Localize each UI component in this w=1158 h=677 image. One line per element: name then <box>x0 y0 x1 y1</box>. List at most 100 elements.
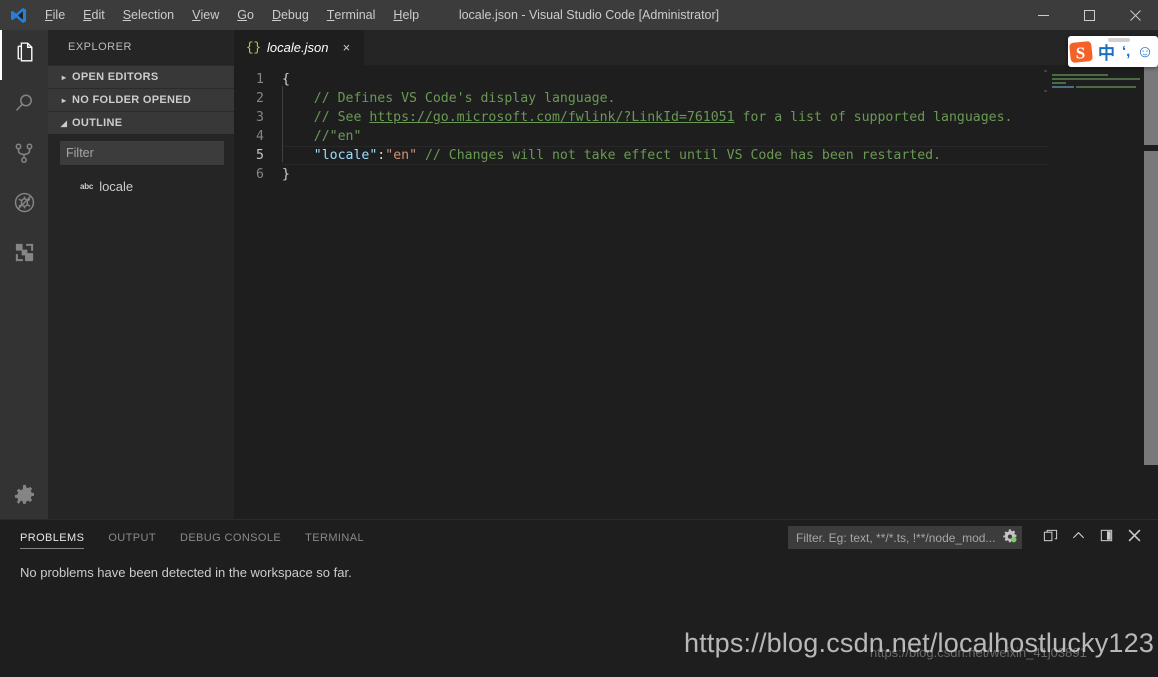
split-editor-icon <box>1043 528 1058 548</box>
debug-no-icon <box>12 190 37 220</box>
indent-guide <box>282 143 314 165</box>
line-number: 2 <box>256 91 264 106</box>
menu-selection[interactable]: Selection <box>114 0 183 30</box>
outline-body: Filter abc locale <box>48 134 234 197</box>
panel-tab-debug-console-label: DEBUG CONSOLE <box>179 531 282 544</box>
ime-emoji-button[interactable]: ☺ <box>1136 42 1153 62</box>
line-number: 6 <box>256 167 264 182</box>
sidebar-title: EXPLORER <box>68 41 132 53</box>
svg-text:S: S <box>1076 43 1085 62</box>
indent-guide <box>282 105 314 127</box>
workbench: EXPLORER ▸ OPEN EDITORS ▸ NO FOLDER OPEN… <box>0 30 1158 519</box>
filter-settings-gear-icon[interactable] <box>1002 528 1018 547</box>
chevron-up-icon <box>1071 528 1086 548</box>
bottom-panel: PROBLEMS OUTPUT DEBUG CONSOLE TERMINAL F… <box>0 519 1158 677</box>
menu-help[interactable]: Help <box>384 0 428 30</box>
outline-item-label: locale <box>99 178 134 194</box>
code-line: 6 } <box>234 165 1158 184</box>
minimize-button[interactable] <box>1020 0 1066 30</box>
panel-tab-problems[interactable]: PROBLEMS <box>20 520 85 555</box>
code-line-2-text: // Defines VS Code's display language. <box>313 91 616 106</box>
problems-filter-input[interactable]: Filter. Eg: text, **/*.ts, !**/node_mod.… <box>788 526 1022 549</box>
activity-item-search[interactable] <box>0 80 48 130</box>
editor-text-area[interactable]: 1 { 2 // Defines VS Code's display langu… <box>234 65 1158 519</box>
code-line-current: 5 "locale": "en" // Changes will not take… <box>234 143 1158 165</box>
menu-terminal[interactable]: Terminal <box>318 0 385 30</box>
code-line-5-colon: : <box>377 148 386 163</box>
menu-edit[interactable]: Edit <box>74 0 114 30</box>
menu-debug-mnemonic: D <box>271 8 281 22</box>
menu-go-mnemonic: G <box>237 8 247 22</box>
maximize-button[interactable] <box>1066 0 1112 30</box>
tab-label: locale.json <box>267 40 329 55</box>
title-bar: File Edit Selection View Go Debug Termin… <box>0 0 1158 30</box>
extensions-icon <box>13 241 36 269</box>
vscode-window: File Edit Selection View Go Debug Termin… <box>0 0 1158 677</box>
panel-tab-debug-console[interactable]: DEBUG CONSOLE <box>180 520 281 555</box>
menu-terminal-rest: erminal <box>334 8 376 22</box>
panel-tab-terminal[interactable]: TERMINAL <box>305 520 364 555</box>
panel-tab-output[interactable]: OUTPUT <box>108 520 156 555</box>
abc-icon: abc <box>80 181 94 191</box>
section-outline[interactable]: ◢ OUTLINE <box>48 111 234 134</box>
code-line: 1 { <box>234 70 1158 89</box>
gear-icon <box>13 483 36 511</box>
sidebar-explorer: EXPLORER ▸ OPEN EDITORS ▸ NO FOLDER OPEN… <box>48 30 234 519</box>
sogou-ime-toolbar[interactable]: S 中 ‘, ☺ <box>1068 36 1158 67</box>
close-panel-button[interactable] <box>1120 524 1148 552</box>
activity-item-explorer[interactable] <box>0 30 48 80</box>
code-line-3-link[interactable]: https://go.microsoft.com/fwlink/?LinkId=… <box>369 108 734 127</box>
menu-edit-rest: dit <box>91 8 105 22</box>
menu-view[interactable]: View <box>183 0 228 30</box>
toggle-panel-position-button[interactable] <box>1092 524 1120 552</box>
activity-item-source-control[interactable] <box>0 130 48 180</box>
menu-file-rest: ile <box>52 8 66 22</box>
outline-item-locale[interactable]: abc locale <box>48 175 234 197</box>
manage-settings-button[interactable] <box>0 483 48 519</box>
menu-file[interactable]: File <box>36 0 74 30</box>
source-control-icon <box>12 141 36 170</box>
close-button[interactable] <box>1112 0 1158 30</box>
section-no-folder-opened-label: NO FOLDER OPENED <box>72 94 192 106</box>
ime-drag-handle[interactable] <box>1108 38 1130 42</box>
layout-panel-icon <box>1099 528 1114 548</box>
activity-item-debug[interactable] <box>0 180 48 230</box>
json-braces-icon: {} <box>246 40 262 55</box>
menu-help-mnemonic: H <box>393 8 403 22</box>
tab-close-icon[interactable]: × <box>338 40 354 56</box>
line-number: 3 <box>256 110 264 125</box>
menu-bar: File Edit Selection View Go Debug Termin… <box>36 0 428 30</box>
editor-scrollbar[interactable] <box>1144 65 1158 519</box>
code-line-4-text: //"en" <box>313 129 362 144</box>
panel-header: PROBLEMS OUTPUT DEBUG CONSOLE TERMINAL F… <box>0 520 1158 555</box>
code-line: 3 // See https://go.microsoft.com/fwlink… <box>234 105 1158 127</box>
code-content: 1 { 2 // Defines VS Code's display langu… <box>234 65 1158 519</box>
code-line: 2 // Defines VS Code's display language. <box>234 86 1158 108</box>
section-open-editors[interactable]: ▸ OPEN EDITORS <box>48 65 234 88</box>
menu-view-rest: iew <box>200 8 220 22</box>
tab-locale-json[interactable]: {} locale.json × <box>234 30 366 65</box>
menu-go-rest: o <box>246 8 254 22</box>
menu-debug-rest: ebug <box>280 8 309 22</box>
code-line-6-text: } <box>282 167 290 182</box>
maximize-panel-button[interactable] <box>1064 524 1092 552</box>
menu-help-rest: elp <box>402 8 420 22</box>
section-no-folder-opened[interactable]: ▸ NO FOLDER OPENED <box>48 88 234 111</box>
menu-go[interactable]: Go <box>228 0 263 30</box>
menu-debug[interactable]: Debug <box>263 0 318 30</box>
section-open-editors-label: OPEN EDITORS <box>72 71 159 83</box>
chevron-down-icon: ◢ <box>60 118 68 128</box>
menu-terminal-mnemonic: T <box>326 8 335 22</box>
sogou-logo-icon[interactable]: S <box>1068 37 1096 67</box>
outline-filter-input[interactable]: Filter <box>60 141 224 165</box>
vscode-logo-icon <box>0 0 36 30</box>
ime-language-toggle[interactable]: 中 <box>1098 39 1115 64</box>
window-controls <box>1020 0 1158 30</box>
problems-empty-message: No problems have been detected in the wo… <box>20 565 352 580</box>
ime-punctuation-toggle[interactable]: ‘, <box>1122 43 1130 60</box>
panel-actions: Filter. Eg: text, **/*.ts, !**/node_mod.… <box>788 524 1158 552</box>
split-panel-button[interactable] <box>1036 524 1064 552</box>
section-outline-label: OUTLINE <box>72 117 123 129</box>
code-line-5-comment: // Changes will not take effect until VS… <box>417 148 942 163</box>
activity-item-extensions[interactable] <box>0 230 48 280</box>
